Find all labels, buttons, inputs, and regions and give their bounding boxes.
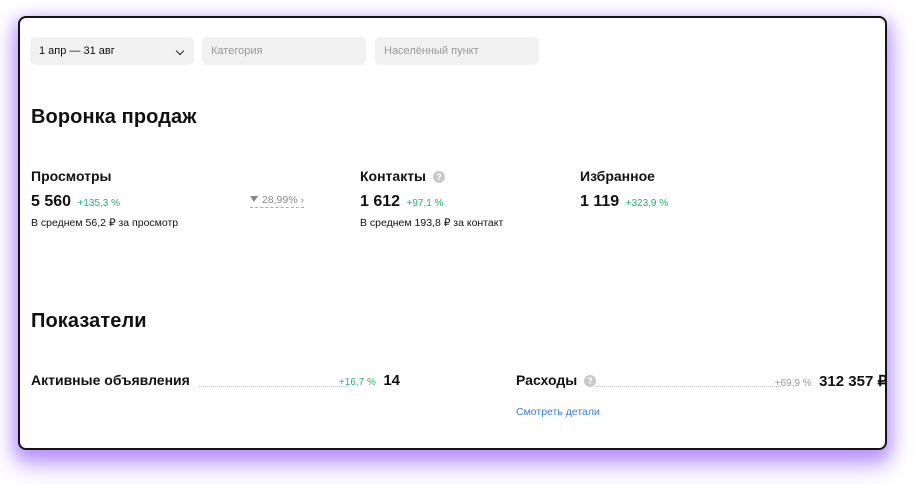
analytics-card: 1 апр — 31 авг Категория Населённый пунк… bbox=[18, 16, 887, 450]
contacts-delta: +97,1 % bbox=[406, 198, 444, 209]
help-icon[interactable]: ? bbox=[432, 171, 445, 183]
favorites-metric: Избранное 1 119 +323,9 % bbox=[580, 168, 668, 211]
conversion-rate-value: 28,99% › bbox=[261, 194, 304, 206]
active-ads-label: Активные объявления bbox=[31, 372, 190, 388]
city-select[interactable]: Населённый пункт bbox=[375, 37, 539, 65]
help-icon[interactable]: ? bbox=[584, 375, 597, 387]
expenses-row: Расходы ? +69,9 % 312 357 ₽ bbox=[516, 372, 887, 394]
category-placeholder: Категория bbox=[211, 45, 263, 57]
page: 1 апр — 31 авг Категория Населённый пунк… bbox=[0, 0, 920, 484]
views-delta: +135,3 % bbox=[77, 198, 121, 209]
views-metric: Просмотры 5 560 +135,3 % В среднем 56,2 … bbox=[31, 168, 178, 229]
contacts-metric: Контакты ? 1 612 +97,1 % В среднем 193,8… bbox=[360, 168, 503, 229]
favorites-value: 1 119 bbox=[580, 193, 620, 210]
expenses-delta: +69,9 % bbox=[774, 378, 812, 389]
active-ads-value: 14 bbox=[383, 372, 400, 389]
dotted-leader bbox=[199, 386, 348, 387]
city-placeholder: Населённый пункт bbox=[384, 45, 479, 57]
views-average: В среднем 56,2 ₽ за просмотр bbox=[31, 217, 179, 229]
expenses-value: 312 357 ₽ bbox=[819, 373, 887, 390]
conversion-rate-link[interactable]: 28,99% › bbox=[250, 194, 304, 208]
contacts-average: В среднем 193,8 ₽ за контакт bbox=[360, 217, 504, 229]
active-ads-delta: +16,7 % bbox=[338, 377, 376, 388]
favorites-delta: +323,9 % bbox=[625, 198, 669, 209]
views-label: Просмотры bbox=[31, 168, 112, 184]
chevron-down-icon bbox=[175, 46, 185, 56]
date-range-select[interactable]: 1 апр — 31 авг bbox=[30, 37, 194, 65]
funnel-icon bbox=[250, 196, 258, 202]
views-value: 5 560 bbox=[31, 193, 72, 210]
see-details-link[interactable]: Смотреть детали bbox=[516, 406, 600, 418]
contacts-value: 1 612 bbox=[360, 193, 401, 210]
indicators-title: Показатели bbox=[31, 310, 147, 332]
category-select[interactable]: Категория bbox=[202, 37, 366, 65]
sales-funnel-title: Воронка продаж bbox=[31, 106, 197, 128]
favorites-label: Избранное bbox=[580, 168, 655, 184]
dotted-leader bbox=[596, 386, 781, 387]
expenses-label: Расходы bbox=[516, 372, 578, 388]
date-range-value: 1 апр — 31 авг bbox=[39, 45, 115, 57]
active-ads-row: Активные объявления +16,7 % 14 bbox=[31, 372, 400, 394]
contacts-label: Контакты bbox=[360, 168, 427, 184]
